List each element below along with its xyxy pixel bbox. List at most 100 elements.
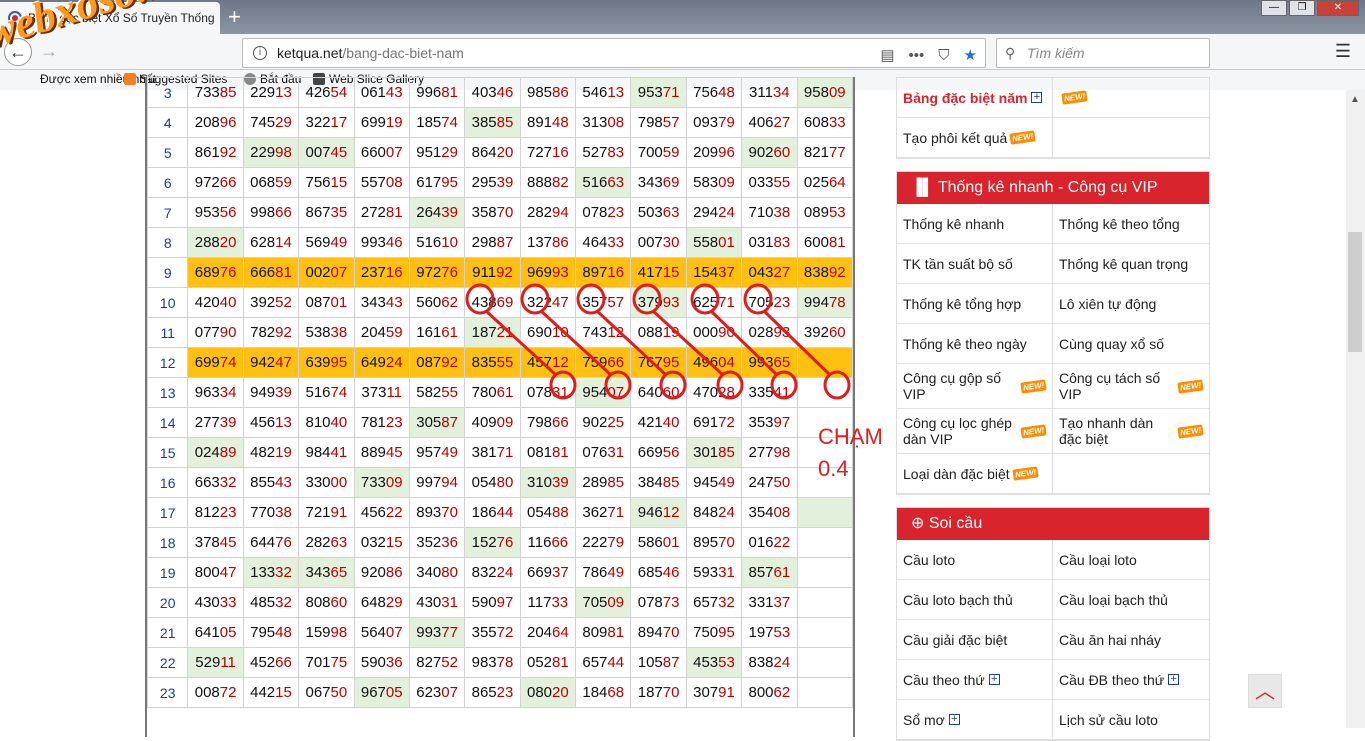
sidebar-link[interactable]: Cầu theo thứ + [897, 660, 1053, 700]
prize-head-digits: 983 [471, 654, 497, 671]
minimize-icon[interactable]: — [1261, 0, 1287, 16]
sidebar-link[interactable]: Sổ mơ + [897, 700, 1053, 740]
scrollbar-thumb[interactable] [1348, 232, 1362, 352]
prize-head-digits: 957 [416, 444, 442, 461]
prize-cell: 31039 [519, 467, 577, 498]
sidebar-link-bang-dac-biet-nam[interactable]: Bảng đặc biệt năm + [897, 78, 1053, 118]
prize-cell: 33137 [741, 587, 798, 618]
prize-tail-digits: 74 [330, 384, 348, 401]
sidebar-link[interactable]: Cùng quay xổ số [1053, 324, 1209, 364]
info-icon[interactable]: i [253, 46, 267, 60]
sidebar-link[interactable]: Công cụ lọc ghép dàn VIP NEW! [897, 409, 1053, 454]
prize-tail-digits: 50 [330, 684, 348, 701]
prize-cell: 70059 [630, 137, 687, 168]
scroll-to-top-button[interactable]: ︿ [1248, 674, 1282, 708]
prize-cell: 97276 [408, 257, 466, 288]
prize-cell: 39260 [796, 317, 853, 348]
sidebar-link[interactable]: Cầu ăn hai nháy [1053, 620, 1209, 660]
prize-cell: 66681 [242, 257, 300, 288]
sidebar-cell-empty: NEW! [1053, 78, 1209, 118]
sidebar-link[interactable]: Cầu loại loto [1053, 540, 1209, 580]
table-row: 9 68976 66681 00207 23716 97276 91192 96993 8971… [147, 257, 853, 288]
sidebar-link[interactable]: Cầu ĐB theo thứ + [1053, 660, 1209, 700]
sidebar-link[interactable]: Cầu loto bạch thủ [897, 580, 1053, 620]
sidebar-link[interactable]: Cầu loại bạch thủ [1053, 580, 1209, 620]
prize-cell: 35572 [464, 617, 521, 648]
expand-plus-icon[interactable]: + [948, 714, 960, 725]
more-actions-icon[interactable]: ••• [909, 42, 925, 70]
prize-tail-digits: 92 [219, 144, 237, 161]
prize-head-digits: 780 [471, 384, 497, 401]
address-bar[interactable]: i ketqua.net/bang-dac-biet-nam ▤ ••• ⛉ ★ [242, 38, 986, 68]
prize-cell: 08792 [408, 347, 466, 378]
sidebar-link[interactable]: Thống kê tổng hợp [897, 284, 1053, 324]
prize-head-digits: 054 [527, 504, 553, 521]
prize-tail-digits: 08 [773, 504, 791, 521]
back-arrow-icon[interactable]: ← [4, 38, 32, 66]
prize-head-digits: 865 [471, 684, 497, 701]
sidebar-link[interactable]: Thống kê theo ngày [897, 324, 1053, 364]
hamburger-menu-icon[interactable]: ☰ [1335, 41, 1351, 62]
close-window-icon[interactable]: ✕ [1317, 0, 1359, 16]
prize-head-digits: 560 [416, 294, 442, 311]
bookmark-star-icon[interactable]: ★ [964, 42, 977, 70]
expand-plus-icon[interactable]: + [1031, 92, 1043, 103]
expand-plus-icon[interactable]: + [988, 674, 1000, 685]
sidebar-link[interactable]: Lịch sử cầu loto [1053, 700, 1209, 740]
sidebar-link[interactable]: Thống kê nhanh [897, 204, 1053, 244]
table-row: 12 69974 94247 63995 64924 08792 83555 45712 759… [147, 347, 853, 378]
sidebar-link[interactable]: Công cụ tách số VIP NEW! [1053, 364, 1209, 409]
sidebar-link[interactable]: Lô xiên tự động [1053, 284, 1209, 324]
reader-view-icon[interactable]: ▤ [880, 42, 894, 70]
prize-head-digits: 798 [637, 114, 663, 131]
prize-cell: 94939 [242, 377, 300, 408]
prize-head-digits: 052 [527, 654, 553, 671]
prize-head-digits: 208 [194, 114, 220, 131]
prize-cell: 78123 [353, 407, 410, 438]
prize-cell: 15437 [685, 257, 743, 288]
prize-head-digits: 993 [416, 624, 442, 641]
sidebar-link[interactable]: Thống kê quan trọng [1053, 244, 1209, 284]
prize-tail-digits: 23 [773, 294, 791, 311]
forward-arrow-icon[interactable]: → [40, 41, 58, 62]
browser-tab[interactable]: Bảng đặc biệt Xổ Số Truyền Thống [0, 2, 220, 34]
search-input[interactable]: ⚲ Tìm kiếm [996, 38, 1210, 68]
sidebar-link-tao-phoi[interactable]: Tạo phôi kết quả NEW! [897, 118, 1053, 158]
prize-tail-digits: 07 [330, 264, 348, 281]
prize-cell: 34369 [630, 167, 687, 198]
page-scrollbar[interactable]: ▲ [1346, 90, 1365, 728]
prize-tail-digits: 27 [773, 114, 791, 131]
prize-cell: 90225 [575, 407, 632, 438]
prize-tail-digits: 60 [330, 594, 348, 611]
prize-cell: 02489 [187, 437, 244, 468]
sidebar-link[interactable]: Công cụ gộp số VIP NEW! [897, 364, 1053, 409]
prize-cell: 66007 [353, 137, 410, 168]
prize-head-digits: 054 [471, 474, 497, 491]
prize-tail-digits: 91 [330, 504, 348, 521]
prize-tail-digits: 90 [718, 324, 735, 341]
sidebar-link[interactable]: Thống kê theo tổng [1053, 204, 1209, 244]
prize-cell: 38171 [464, 437, 521, 468]
prize-tail-digits: 31 [552, 384, 569, 401]
scroll-up-icon[interactable]: ▲ [1350, 94, 1360, 105]
pocket-icon[interactable]: ⛉ [938, 42, 949, 70]
sidebar-link[interactable]: Cầu loto [897, 540, 1053, 580]
maximize-icon[interactable]: ❐ [1289, 0, 1315, 16]
expand-plus-icon[interactable]: + [1168, 674, 1180, 685]
prize-cell: 69974 [187, 347, 244, 378]
sidebar-link[interactable]: Cầu giải đặc biệt [897, 620, 1053, 660]
table-row: 14 27739 45613 81040 78123 30587 40909 79866 902… [147, 407, 853, 438]
prize-cell: 64476 [242, 527, 300, 558]
prize-head-digits: 657 [582, 654, 608, 671]
prize-cell: 69010 [519, 317, 577, 348]
prize-tail-digits: 15 [330, 174, 348, 191]
new-tab-icon[interactable]: + [228, 4, 241, 30]
prize-cell [796, 497, 853, 528]
prize-tail-digits: 38 [330, 324, 348, 341]
prize-cell: 95356 [187, 197, 244, 228]
sidebar-link[interactable]: TK tần suất bộ số [897, 244, 1053, 284]
sidebar-link[interactable]: Loại dàn đặc biệt NEW! [897, 454, 1053, 494]
prize-cell: 28294 [519, 197, 577, 228]
prize-head-digits: 669 [527, 564, 553, 581]
sidebar-link[interactable]: Tạo nhanh dàn đặc biệt NEW! [1053, 409, 1209, 454]
